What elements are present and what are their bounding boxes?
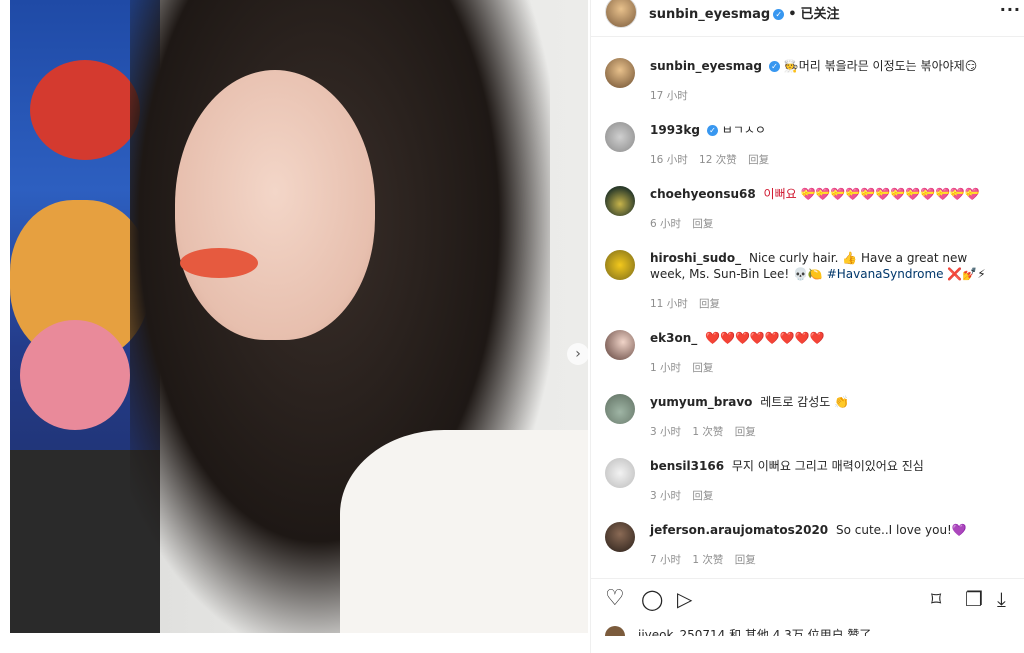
comment-likes[interactable]: 12 次赞 [699, 154, 737, 166]
comment-username[interactable]: yumyum_bravo [650, 395, 752, 409]
comment-time: 3 小时 [650, 426, 682, 438]
more-options-icon[interactable]: ··· [1000, 0, 1021, 19]
post-header: sunbin_eyesmag ✓ • 已关注 ··· [591, 0, 1024, 37]
comment-username[interactable]: bensil3166 [650, 459, 724, 473]
comment-meta: 3 小时 1 次赞 回复 [650, 424, 764, 439]
comment-content: 레트로 감성도 👏 [760, 395, 850, 409]
comment-content: 이뻐요 💝💝💝💝💝💝💝💝💝💝💝💝 [763, 187, 980, 201]
commenter-avatar[interactable] [605, 186, 635, 216]
shirt-shape [340, 430, 588, 633]
comment-time: 16 小时 [650, 154, 688, 166]
comment-time: 11 小时 [650, 298, 688, 310]
author-avatar[interactable] [605, 0, 637, 28]
post-photo: › [10, 0, 588, 633]
comment-text: yumyum_bravo 레트로 감성도 👏 [650, 394, 990, 410]
comment-meta: 7 小时 1 次赞 回复 [650, 552, 764, 567]
reply-button[interactable]: 回复 [735, 554, 756, 566]
comment-content: So cute..I love you!💜 [835, 523, 967, 537]
author-username[interactable]: sunbin_eyesmag [649, 7, 770, 22]
comment-meta: 1 小时 回复 [650, 360, 721, 375]
comment-text: jeferson.araujomatos2020 So cute..I love… [650, 522, 990, 538]
comment-content: ❤️❤️❤️❤️❤️❤️❤️❤️ [705, 331, 825, 345]
download-icon[interactable]: ⤓ [997, 587, 1006, 611]
reply-button[interactable]: 回复 [699, 298, 720, 310]
comment-time: 6 小时 [650, 218, 682, 230]
comment-likes[interactable]: 1 次赞 [692, 426, 723, 438]
comment-text: choehyeonsu68 이뻐요 💝💝💝💝💝💝💝💝💝💝💝💝 [650, 186, 990, 202]
like-icon[interactable]: ♡ [605, 587, 625, 611]
caption-content: 🧑‍🍳머리 볶을라믄 이정도는 볶아야제😏 [783, 59, 978, 73]
reply-button[interactable]: 回复 [735, 426, 756, 438]
author-line: sunbin_eyesmag ✓ • 已关注 [649, 3, 840, 22]
comment-username[interactable]: choehyeonsu68 [650, 187, 756, 201]
caption-text: sunbin_eyesmag ✓ 🧑‍🍳머리 볶을라믄 이정도는 볶아야제😏 [650, 58, 990, 74]
comment-text: bensil3166 무지 이뻐요 그리고 매력이있어요 진심 [650, 458, 990, 474]
comment-content: 무지 이뻐요 그리고 매력이있어요 진심 [731, 459, 924, 473]
commenter-avatar[interactable] [605, 394, 635, 424]
reply-button[interactable]: 回复 [692, 490, 713, 502]
comment-icon[interactable]: ◯ [641, 587, 663, 611]
comment-username[interactable]: jeferson.araujomatos2020 [650, 523, 828, 537]
reply-button[interactable]: 回复 [692, 362, 713, 374]
save-icon[interactable]: ⌑ [931, 587, 941, 611]
comment-text: ek3on_ ❤️❤️❤️❤️❤️❤️❤️❤️ [650, 330, 990, 346]
face-shape [175, 70, 375, 340]
hashtag-link[interactable]: #HavanaSyndrome [827, 267, 944, 281]
comment-username[interactable]: hiroshi_sudo_ [650, 251, 741, 265]
likes-text[interactable]: jiyeok_250714 和 其他 4.3万 位用户 赞了 [638, 626, 871, 636]
follow-status[interactable]: 已关注 [801, 7, 840, 22]
comment-username[interactable]: 1993kg [650, 123, 700, 137]
comment-likes[interactable]: 1 次赞 [692, 554, 723, 566]
likes-summary: jiyeok_250714 和 其他 4.3万 位用户 赞了 [591, 624, 1024, 636]
next-image-button[interactable]: › [567, 343, 588, 365]
share-icon[interactable]: ▷ [677, 587, 692, 611]
verified-icon: ✓ [768, 61, 780, 72]
comments-panel: sunbin_eyesmag ✓ • 已关注 ··· sunbin_eyesmag ✓ … [590, 0, 1024, 653]
comment-meta: 6 小时 回复 [650, 216, 721, 231]
reply-button[interactable]: 回复 [692, 218, 713, 230]
caption-time: 17 小时 [650, 90, 688, 102]
comment-meta: 3 小时 回复 [650, 488, 721, 503]
verified-icon: ✓ [706, 125, 718, 136]
caption-avatar[interactable] [605, 58, 635, 88]
caption-username[interactable]: sunbin_eyesmag [650, 59, 762, 73]
comment-time: 7 小时 [650, 554, 682, 566]
liker-avatar [605, 626, 625, 636]
comment-content-tail: ❌💅⚡ [947, 267, 986, 281]
comment-text: hiroshi_sudo_ Nice curly hair. 👍 Have a … [650, 250, 990, 282]
action-bar: ♡ ◯ ▷ ⌑ ❐ ⤓ [591, 578, 1024, 621]
comment-meta: 11 小时 回复 [650, 296, 728, 311]
comment-meta: 16 小时 12 次赞 回复 [650, 152, 777, 167]
comment-time: 1 小时 [650, 362, 682, 374]
comment-time: 3 小时 [650, 490, 682, 502]
commenter-avatar[interactable] [605, 458, 635, 488]
comment-text: 1993kg ✓ ㅂㄱㅅㅇ [650, 122, 990, 138]
comment-content: ㅂㄱㅅㅇ [721, 123, 766, 137]
commenter-avatar[interactable] [605, 522, 635, 552]
caption-meta: 17 小时 [650, 88, 696, 103]
copy-icon[interactable]: ❐ [965, 587, 983, 611]
commenter-avatar[interactable] [605, 122, 635, 152]
reply-button[interactable]: 回复 [748, 154, 769, 166]
lips-shape [180, 248, 258, 278]
comment-username[interactable]: ek3on_ [650, 331, 697, 345]
commenter-avatar[interactable] [605, 330, 635, 360]
commenter-avatar[interactable] [605, 250, 635, 280]
verified-icon: ✓ [773, 9, 785, 20]
separator-dot: • [788, 7, 797, 22]
